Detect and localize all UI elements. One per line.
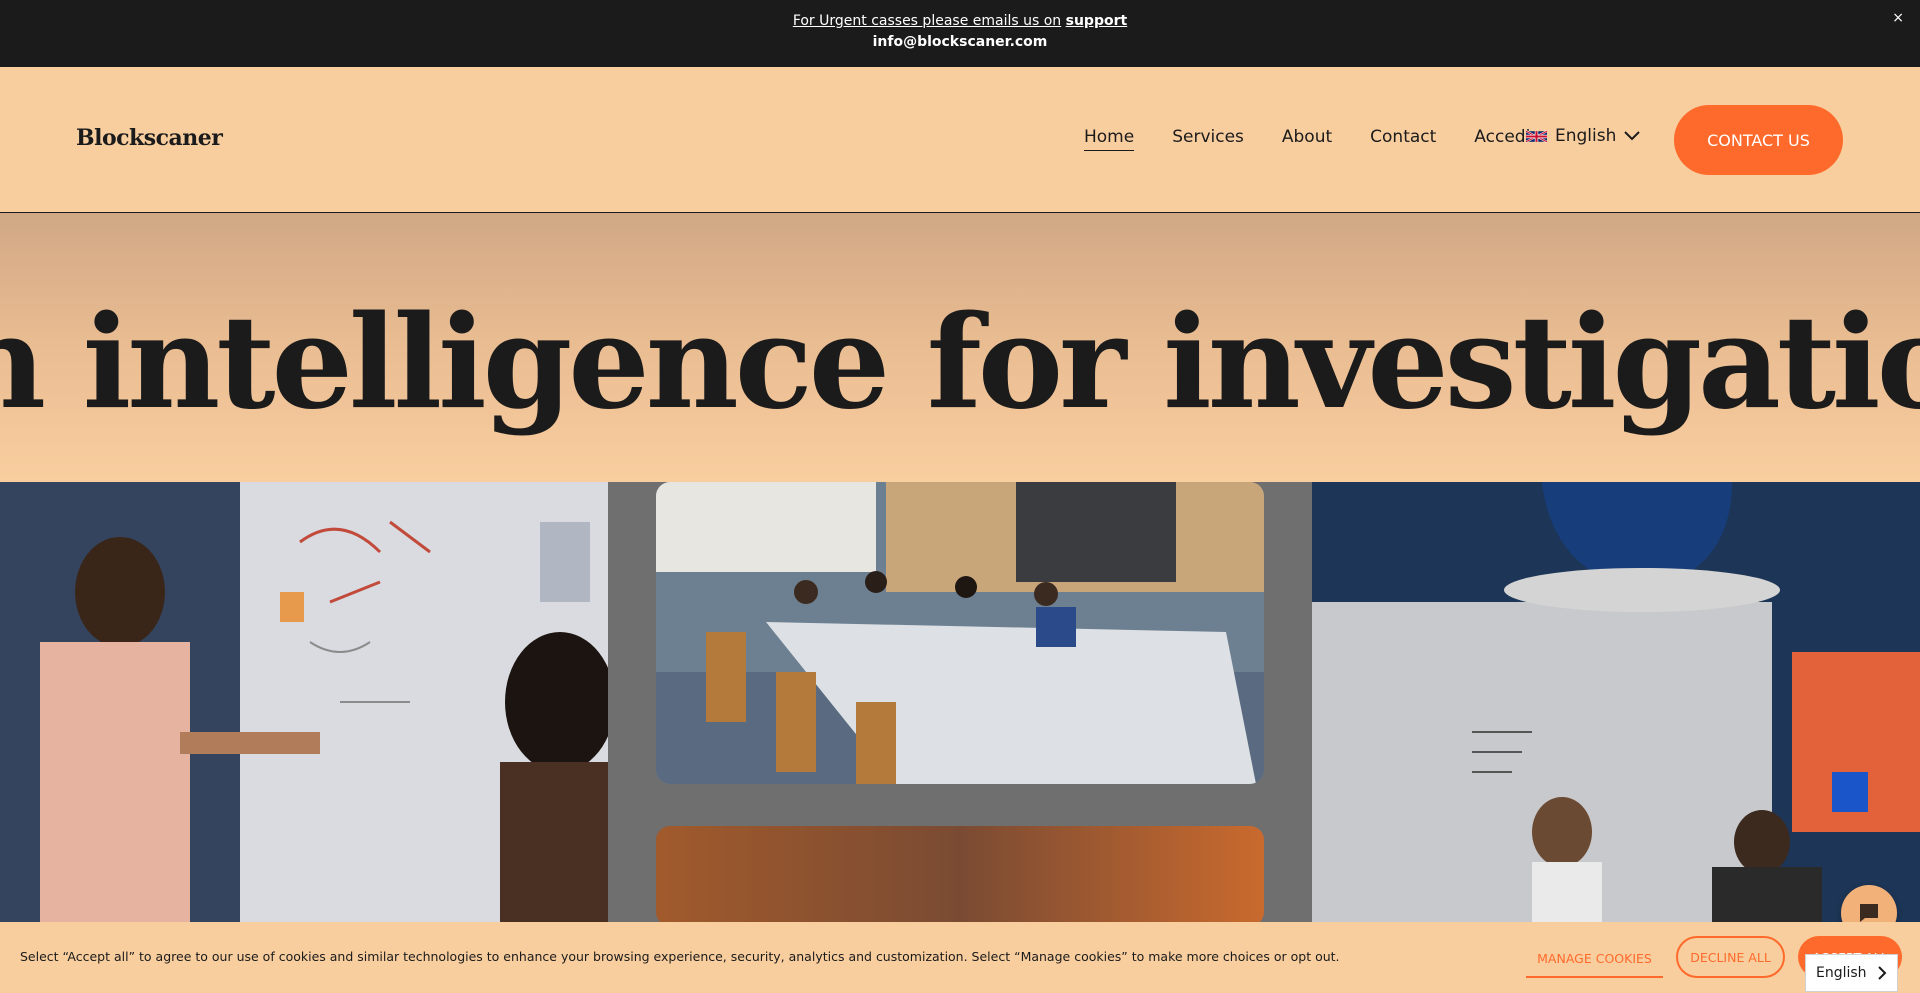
decline-all-button[interactable]: DECLINE ALL bbox=[1676, 936, 1785, 978]
nav-accedi[interactable]: Accedi bbox=[1474, 127, 1530, 151]
language-selector[interactable]: English bbox=[1526, 126, 1641, 146]
site-header: Blockscaner Home Services About Contact … bbox=[0, 67, 1920, 213]
nav-about[interactable]: About bbox=[1282, 127, 1332, 151]
logo[interactable]: Blockscaner bbox=[76, 125, 223, 151]
support-email[interactable]: info@blockscaner.com bbox=[0, 34, 1920, 50]
contact-us-button[interactable]: CONTACT US bbox=[1674, 105, 1843, 175]
uk-flag-icon bbox=[1526, 129, 1547, 143]
meeting-room-photo bbox=[656, 482, 1264, 784]
close-icon[interactable]: × bbox=[1892, 10, 1904, 26]
announcement-line: For Urgent casses please emails us on su… bbox=[0, 13, 1920, 29]
chevron-down-icon bbox=[1624, 131, 1641, 141]
support-link[interactable]: support bbox=[1066, 13, 1128, 29]
nav-home[interactable]: Home bbox=[1084, 127, 1135, 151]
announcement-text: For Urgent casses please emails us on bbox=[792, 13, 1062, 29]
announcement-bar: For Urgent casses please emails us on su… bbox=[0, 0, 1920, 67]
chevron-right-icon bbox=[1878, 966, 1887, 980]
main-nav: Home Services About Contact Accedi bbox=[1084, 127, 1530, 151]
orange-photo bbox=[656, 826, 1264, 922]
whiteboard-photo bbox=[0, 482, 608, 922]
cookie-text: Select “Accept all” to agree to our use … bbox=[20, 949, 1340, 964]
language-widget[interactable]: English bbox=[1805, 954, 1898, 992]
language-widget-label: English bbox=[1816, 965, 1867, 981]
office-presentation-photo bbox=[1312, 482, 1920, 922]
nav-contact[interactable]: Contact bbox=[1370, 127, 1436, 151]
language-label: English bbox=[1555, 126, 1617, 146]
hero-band: n intelligence for investigations, risk,… bbox=[0, 213, 1920, 482]
manage-cookies-button[interactable]: MANAGE COOKIES bbox=[1526, 940, 1663, 978]
image-grid bbox=[0, 482, 1920, 922]
nav-services[interactable]: Services bbox=[1172, 127, 1244, 151]
hero-headline: n intelligence for investigations, risk,… bbox=[0, 288, 1920, 438]
